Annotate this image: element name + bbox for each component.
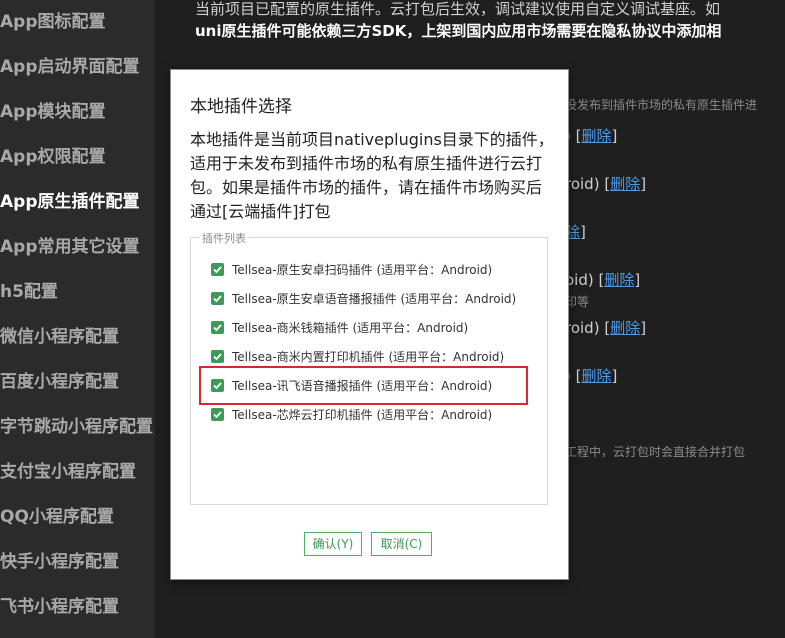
- local-plugin-note: 没发布到插件市场的私有原生插件进: [565, 98, 758, 112]
- delete-link[interactable]: 删除: [581, 367, 611, 385]
- intro-text: 当前项目已配置的原生插件。云打包后生效，调试建议使用自定义调试基座。如: [195, 0, 721, 18]
- checkbox-checked-icon[interactable]: [211, 263, 224, 276]
- plugin-label: Tellsea-芯烨云打印机插件 (适用平台：Android): [232, 408, 493, 422]
- sidebar-item-app-native-plugins[interactable]: App原生插件配置: [0, 190, 140, 214]
- delete-link[interactable]: 删除: [604, 271, 634, 289]
- plugin-label: Tellsea-商米内置打印机插件 (适用平台：Android): [232, 350, 505, 364]
- plugin-row-1: ) [删除]: [565, 125, 617, 146]
- sidebar-item-baidu[interactable]: 百度小程序配置: [0, 370, 119, 394]
- plugin-label: Tellsea-原生安卓扫码插件 (适用平台：Android): [232, 263, 493, 277]
- checkbox-checked-icon[interactable]: [211, 350, 224, 363]
- dialog-title: 本地插件选择: [190, 97, 292, 117]
- delete-link[interactable]: 删除: [610, 175, 640, 193]
- sidebar-item-h5[interactable]: h5配置: [0, 280, 58, 304]
- plugin-row-2-text: roid): [565, 175, 600, 193]
- plugin-row-4: oid) [删除]: [565, 271, 641, 289]
- plugin-row-5-text: roid): [565, 319, 600, 337]
- delete-link[interactable]: 删除: [581, 127, 611, 145]
- sidebar-item-app-other-settings[interactable]: App常用其它设置: [0, 235, 140, 259]
- sidebar: App图标配置 App启动界面配置 App模块配置 App权限配置 App原生插…: [0, 0, 155, 638]
- sidebar-item-alipay[interactable]: 支付宝小程序配置: [0, 460, 136, 484]
- confirm-button[interactable]: 确认(Y): [304, 532, 362, 556]
- sidebar-item-feishu[interactable]: 飞书小程序配置: [0, 595, 119, 619]
- sidebar-item-kuaishou[interactable]: 快手小程序配置: [0, 550, 119, 574]
- checkbox-checked-icon[interactable]: [211, 408, 224, 421]
- sidebar-item-app-modules[interactable]: App模块配置: [0, 100, 106, 124]
- cancel-button[interactable]: 取消(C): [371, 532, 432, 556]
- plugin-label: Tellsea-原生安卓语音播报插件 (适用平台：Android): [232, 292, 517, 306]
- plugin-label: Tellsea-商米钱箱插件 (适用平台：Android): [232, 321, 469, 335]
- local-plugin-dialog: 本地插件选择 本地插件是当前项目nativeplugins目录下的插件，适用于未…: [170, 69, 569, 580]
- cloud-pack-note: 工程中，云打包时会直接合并打包: [565, 445, 746, 459]
- plugin-row-2: roid) [删除]: [565, 175, 647, 193]
- plugin-row-5: roid) [删除]: [565, 319, 647, 337]
- plugin-row-4-text: oid): [565, 271, 594, 289]
- plugin-list-legend: 插件列表: [199, 230, 249, 246]
- sidebar-item-toutiao[interactable]: 字节跳动小程序配置: [0, 415, 153, 439]
- privacy-warning: uni原生插件可能依赖三方SDK，上架到国内应用市场需要在隐私协议中添加相: [195, 22, 722, 40]
- sidebar-item-app-permissions[interactable]: App权限配置: [0, 145, 106, 169]
- checkbox-checked-icon[interactable]: [211, 321, 224, 334]
- delete-link[interactable]: 删除: [610, 319, 640, 337]
- plugin-row-6: ) [删除]: [565, 365, 617, 386]
- sidebar-item-qq[interactable]: QQ小程序配置: [0, 505, 114, 529]
- sidebar-item-app-splash[interactable]: App启动界面配置: [0, 55, 140, 79]
- dialog-description: 本地插件是当前项目nativeplugins目录下的插件，适用于未发布到插件市场…: [190, 130, 554, 221]
- highlight-annotation: [199, 366, 528, 405]
- checkbox-checked-icon[interactable]: [211, 292, 224, 305]
- sidebar-item-weixin[interactable]: 微信小程序配置: [0, 325, 119, 349]
- sidebar-item-app-icon[interactable]: App图标配置: [0, 10, 106, 34]
